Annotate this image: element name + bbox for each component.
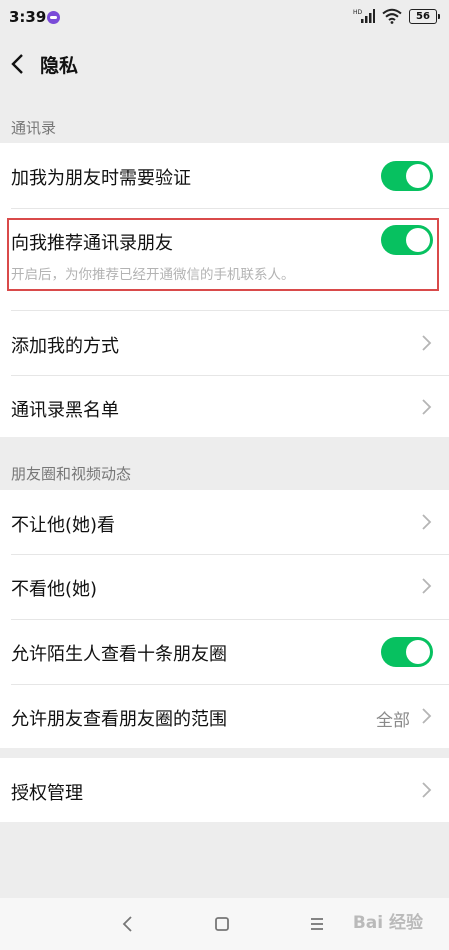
title-bar: 隐私 — [0, 36, 449, 94]
status-time: 3:39 — [9, 8, 47, 26]
moments-group: 不让他(她)看 不看他(她) 允许陌生人查看十条朋友圈 允许朋友查看朋友圈的范围… — [0, 490, 449, 748]
row-label: 不看他(她) — [11, 579, 98, 600]
chevron-right-icon — [422, 514, 432, 530]
row-strangers[interactable]: 允许陌生人查看十条朋友圈 — [0, 620, 449, 684]
row-auth-manage[interactable]: 授权管理 — [0, 758, 449, 822]
row-label: 加我为朋友时需要验证 — [11, 168, 191, 189]
row-label: 允许朋友查看朋友圈的范围 — [11, 709, 227, 730]
row-label: 不让他(她)看 — [11, 515, 116, 536]
page-title: 隐私 — [40, 55, 79, 77]
chevron-right-icon — [422, 708, 432, 724]
nav-menu-icon[interactable] — [305, 912, 329, 936]
nav-home-icon[interactable] — [210, 912, 234, 936]
row-verify-friend[interactable]: 加我为朋友时需要验证 — [0, 143, 449, 208]
row-visible-range[interactable]: 允许朋友查看朋友圈的范围 全部 — [0, 685, 449, 748]
section-label-moments: 朋友圈和视频动态 — [11, 465, 132, 483]
chevron-right-icon — [422, 782, 432, 798]
auth-group: 授权管理 — [0, 758, 449, 822]
section-label-contacts: 通讯录 — [11, 119, 57, 137]
status-bar: 3:39 HD 56 — [0, 0, 449, 36]
row-label: 添加我的方式 — [11, 336, 119, 357]
strangers-toggle[interactable] — [381, 637, 433, 667]
chevron-right-icon — [422, 335, 432, 351]
status-icons: HD 56 — [353, 8, 440, 24]
nav-back-icon[interactable] — [116, 912, 140, 936]
back-arrow-icon[interactable] — [6, 50, 34, 78]
range-value: 全部 — [376, 711, 410, 731]
hd-signal-icon: HD — [353, 9, 375, 23]
row-label: 允许陌生人查看十条朋友圈 — [11, 644, 227, 665]
row-blacklist[interactable]: 通讯录黑名单 — [0, 376, 449, 437]
battery-icon: 56 — [409, 8, 440, 24]
notification-icon — [47, 11, 60, 24]
chevron-right-icon — [422, 399, 432, 415]
watermark: Bai 经验 — [352, 913, 423, 933]
row-hide-them[interactable]: 不看他(她) — [0, 555, 449, 619]
wifi-icon — [382, 8, 402, 24]
row-label: 通讯录黑名单 — [11, 400, 119, 421]
system-nav-bar: Bai 经验 — [0, 898, 449, 950]
row-hide-from[interactable]: 不让他(她)看 — [0, 490, 449, 554]
row-label: 授权管理 — [11, 783, 83, 804]
highlight-box — [7, 218, 439, 291]
verify-toggle[interactable] — [381, 161, 433, 191]
svg-text:HD: HD — [353, 9, 363, 16]
row-add-ways[interactable]: 添加我的方式 — [0, 311, 449, 375]
chevron-right-icon — [422, 578, 432, 594]
